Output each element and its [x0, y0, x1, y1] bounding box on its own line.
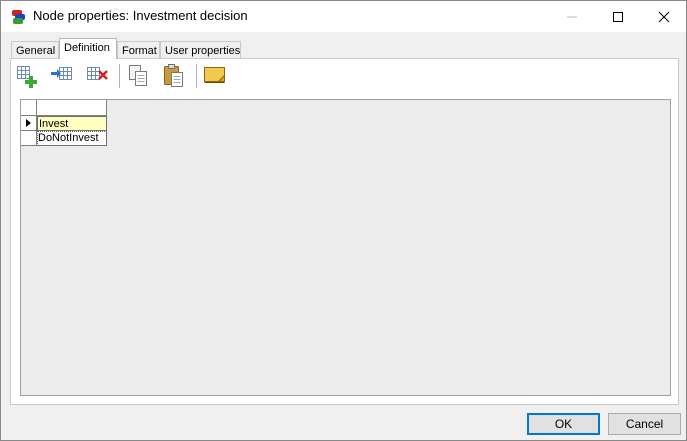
delete-row-icon: [87, 67, 108, 80]
states-grid[interactable]: Invest DoNotInvest: [20, 99, 671, 396]
maximize-icon: [613, 11, 623, 22]
add-row-button[interactable]: [14, 62, 40, 90]
minimize-icon: [567, 16, 577, 17]
tab-definition[interactable]: Definition: [59, 38, 117, 59]
minimize-button[interactable]: [549, 1, 595, 32]
state-cell[interactable]: DoNotInvest: [37, 131, 107, 146]
ok-button[interactable]: OK: [527, 413, 600, 435]
active-tab-joiner: [60, 57, 116, 59]
state-cell[interactable]: Invest: [37, 116, 107, 131]
maximize-button[interactable]: [595, 1, 641, 32]
current-row-indicator-icon: [26, 119, 31, 127]
close-button[interactable]: [641, 1, 687, 32]
row-header[interactable]: [21, 131, 37, 146]
add-row-icon: [17, 66, 37, 88]
paste-button[interactable]: [162, 62, 188, 90]
insert-row-button[interactable]: [49, 62, 75, 90]
node-properties-dialog: Node properties: Investment decision Gen…: [0, 0, 687, 441]
column-header[interactable]: [37, 100, 107, 116]
note-button[interactable]: [202, 62, 228, 90]
toolbar-separator: [196, 64, 197, 88]
insert-row-icon: [51, 67, 72, 80]
paste-icon: [164, 64, 183, 87]
title-bar[interactable]: Node properties: Investment decision: [1, 1, 686, 32]
delete-row-button[interactable]: [84, 62, 110, 90]
copy-icon: [129, 65, 147, 86]
app-icon: [12, 10, 25, 24]
note-icon: [204, 67, 225, 83]
copy-button[interactable]: [126, 62, 152, 90]
row-header[interactable]: [21, 116, 37, 131]
toolbar-separator: [119, 64, 120, 88]
close-icon: [658, 11, 670, 22]
window-title: Node properties: Investment decision: [33, 8, 248, 23]
grid-corner[interactable]: [21, 100, 37, 116]
cancel-button[interactable]: Cancel: [608, 413, 681, 435]
